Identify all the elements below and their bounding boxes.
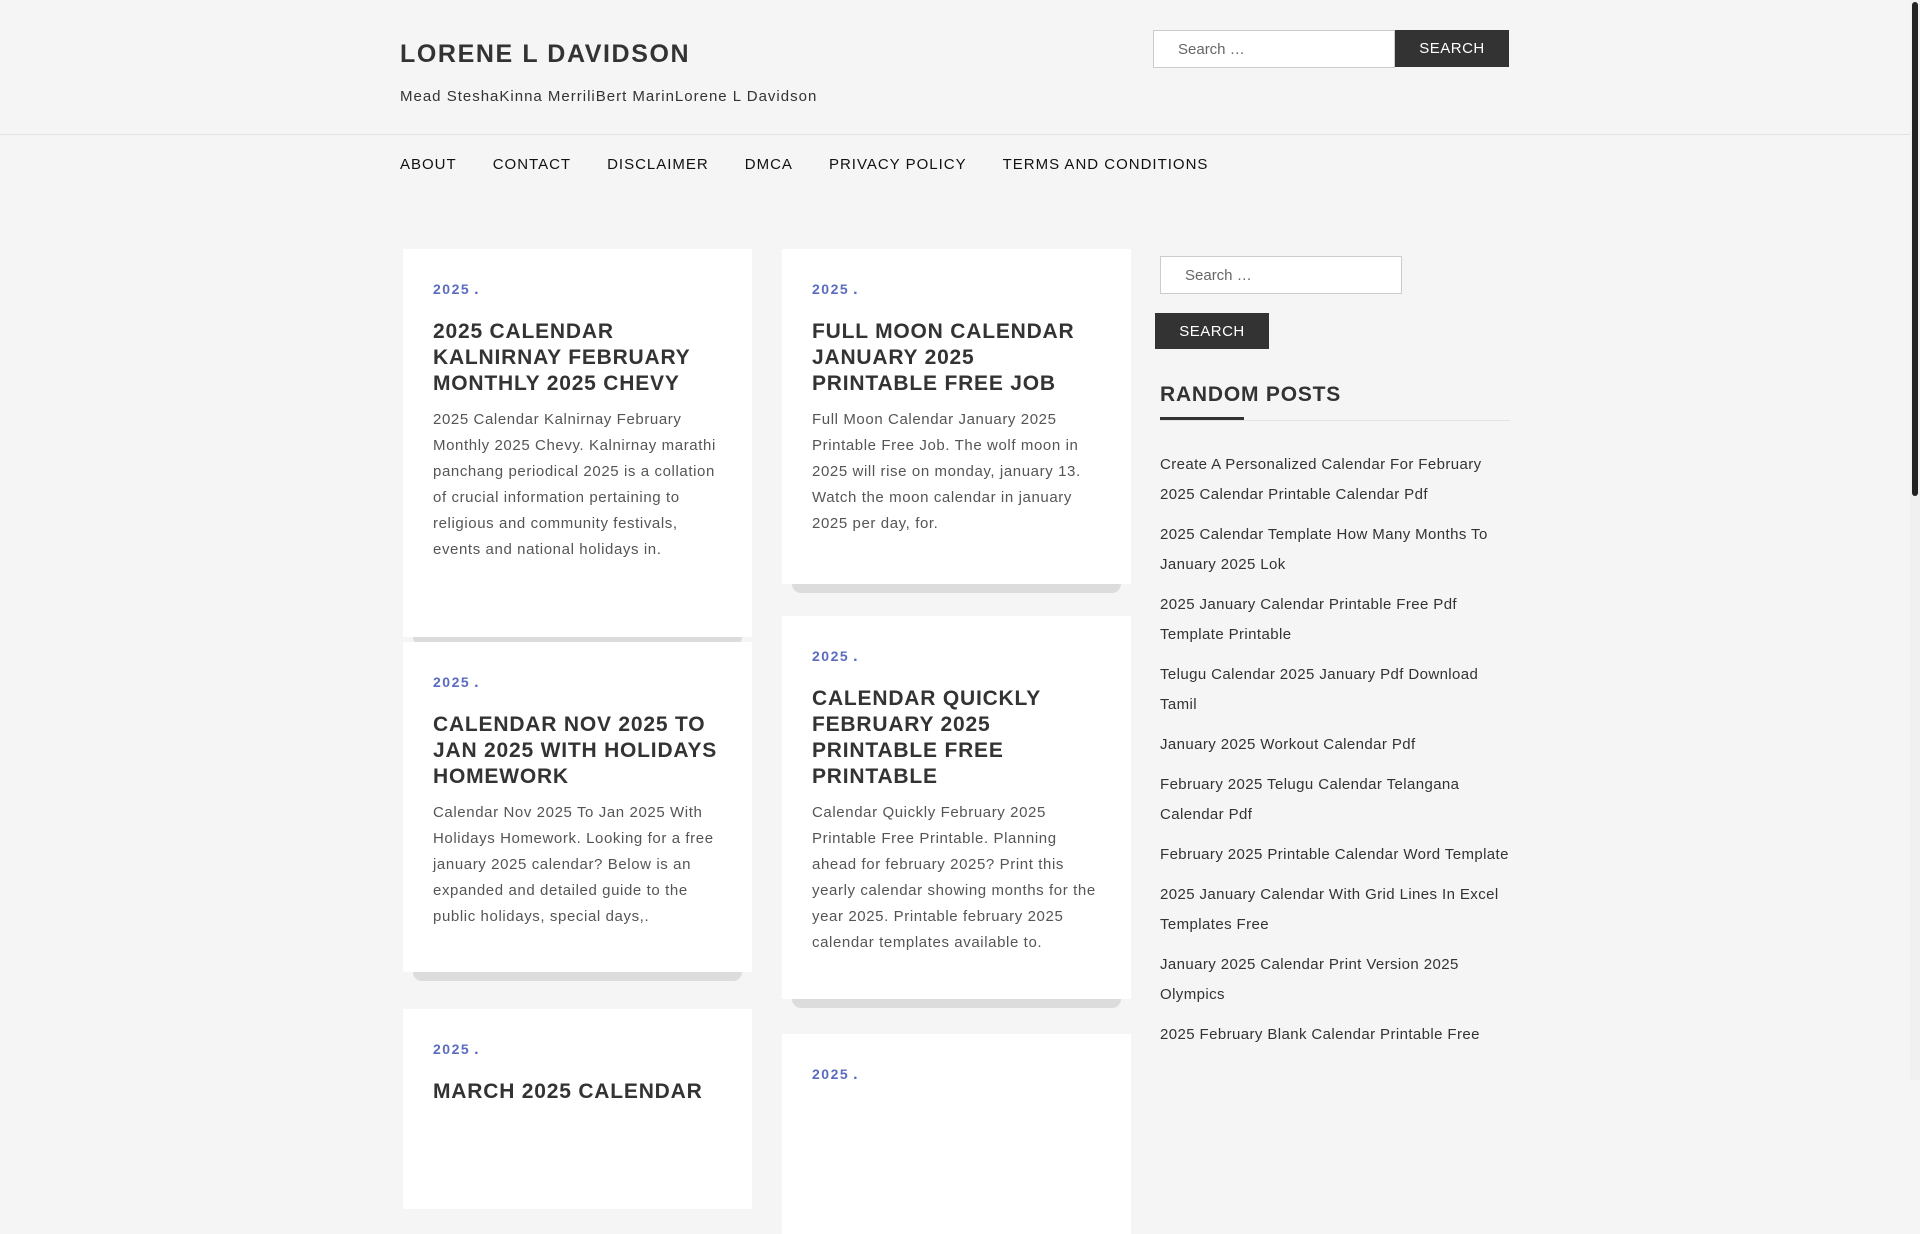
post-category-link[interactable]: 2025	[433, 1041, 470, 1057]
post-card: 2025. Calendar Quickly February 2025 Pri…	[782, 616, 1131, 1008]
random-post-link[interactable]: February 2025 Telugu Calendar Telangana …	[1160, 776, 1459, 823]
nav-item-contact[interactable]: Contact	[493, 156, 571, 173]
header-search-input[interactable]	[1153, 30, 1395, 68]
random-post-link[interactable]: January 2025 Workout Calendar Pdf	[1160, 736, 1416, 753]
random-post-link[interactable]: Telugu Calendar 2025 January Pdf Downloa…	[1160, 666, 1478, 713]
list-item: January 2025 Calendar Print Version 2025…	[1160, 950, 1515, 1010]
header-divider	[0, 134, 1910, 135]
post-category-link[interactable]: 2025	[812, 281, 849, 297]
post-category-link[interactable]: 2025	[433, 674, 470, 690]
sidebar-search-input[interactable]	[1160, 256, 1402, 294]
post-card: 2025. 2025 Calendar Kalnirnay February M…	[403, 249, 752, 646]
list-item: 2025 Calendar Template How Many Months T…	[1160, 520, 1515, 580]
list-item: 2025 January Calendar With Grid Lines In…	[1160, 880, 1515, 940]
post-title-link[interactable]: Calendar Nov 2025 To Jan 2025 With Holid…	[433, 712, 722, 790]
scrollbar-thumb[interactable]	[1912, 2, 1918, 496]
post-category-separator: .	[474, 1041, 479, 1058]
random-post-link[interactable]: 2025 Calendar Template How Many Months T…	[1160, 526, 1488, 573]
main-nav: About Contact Disclaimer DMCA Privacy Po…	[400, 156, 1244, 173]
list-item: February 2025 Printable Calendar Word Te…	[1160, 840, 1515, 870]
nav-item-privacy-policy[interactable]: Privacy Policy	[829, 156, 967, 173]
list-item: Create A Personalized Calendar For Febru…	[1160, 450, 1515, 510]
card-shadow	[792, 584, 1121, 593]
header-search-button[interactable]: Search	[1395, 30, 1509, 67]
post-title-link[interactable]: Calendar Quickly February 2025 Printable…	[812, 686, 1101, 790]
random-post-link[interactable]: 2025 January Calendar With Grid Lines In…	[1160, 886, 1499, 933]
random-post-link[interactable]: February 2025 Printable Calendar Word Te…	[1160, 846, 1509, 863]
nav-item-about[interactable]: About	[400, 156, 457, 173]
random-post-link[interactable]: Create A Personalized Calendar For Febru…	[1160, 456, 1482, 503]
post-category-link[interactable]: 2025	[812, 648, 849, 664]
post-card: 2025. Full Moon Calendar January 2025 Pr…	[782, 249, 1131, 593]
site-description: Mead SteshaKinna MerriliBert MarinLorene…	[400, 88, 818, 105]
site-title[interactable]: LORENE L DAVIDSON	[400, 40, 690, 69]
random-posts-heading: Random Posts	[1160, 383, 1342, 406]
nav-item-disclaimer[interactable]: Disclaimer	[607, 156, 709, 173]
post-card: 2025. March 2025 Calendar	[403, 1009, 752, 1209]
post-excerpt: 2025 Calendar Kalnirnay February Monthly…	[433, 411, 716, 558]
post-title-link[interactable]: Full Moon Calendar January 2025 Printabl…	[812, 319, 1101, 397]
post-category-link[interactable]: 2025	[433, 281, 470, 297]
post-category-separator: .	[474, 674, 479, 691]
list-item: February 2025 Telugu Calendar Telangana …	[1160, 770, 1515, 830]
post-category-separator: .	[853, 1066, 858, 1083]
post-category-separator: .	[474, 281, 479, 298]
random-posts-underline	[1160, 417, 1244, 420]
post-card: 2025.	[782, 1034, 1131, 1234]
nav-item-terms[interactable]: Terms and Conditions	[1003, 156, 1209, 173]
nav-item-dmca[interactable]: DMCA	[745, 156, 793, 173]
random-post-link[interactable]: 2025 February Blank Calendar Printable F…	[1160, 1026, 1480, 1043]
list-item: 2025 January Calendar Printable Free Pdf…	[1160, 590, 1515, 650]
post-title-link[interactable]: 2025 Calendar Kalnirnay February Monthly…	[433, 319, 722, 397]
post-excerpt: Calendar Quickly February 2025 Printable…	[812, 804, 1096, 951]
post-card: 2025. Calendar Nov 2025 To Jan 2025 With…	[403, 642, 752, 981]
post-category-separator: .	[853, 648, 858, 665]
post-title-link[interactable]: March 2025 Calendar	[433, 1079, 722, 1105]
random-post-link[interactable]: January 2025 Calendar Print Version 2025…	[1160, 956, 1459, 1003]
list-item: 2025 February Blank Calendar Printable F…	[1160, 1020, 1515, 1050]
post-category-separator: .	[853, 281, 858, 298]
card-shadow	[792, 999, 1121, 1008]
random-posts-divider	[1160, 420, 1510, 421]
card-shadow	[413, 972, 742, 981]
random-post-link[interactable]: 2025 January Calendar Printable Free Pdf…	[1160, 596, 1457, 643]
list-item: Telugu Calendar 2025 January Pdf Downloa…	[1160, 660, 1515, 720]
post-excerpt: Calendar Nov 2025 To Jan 2025 With Holid…	[433, 804, 714, 925]
post-excerpt: Full Moon Calendar January 2025 Printabl…	[812, 411, 1081, 532]
random-posts-list: Create A Personalized Calendar For Febru…	[1160, 450, 1515, 1060]
header-search-form: Search	[1153, 30, 1509, 68]
sidebar-search-button[interactable]: Search	[1155, 313, 1269, 349]
list-item: January 2025 Workout Calendar Pdf	[1160, 730, 1515, 760]
